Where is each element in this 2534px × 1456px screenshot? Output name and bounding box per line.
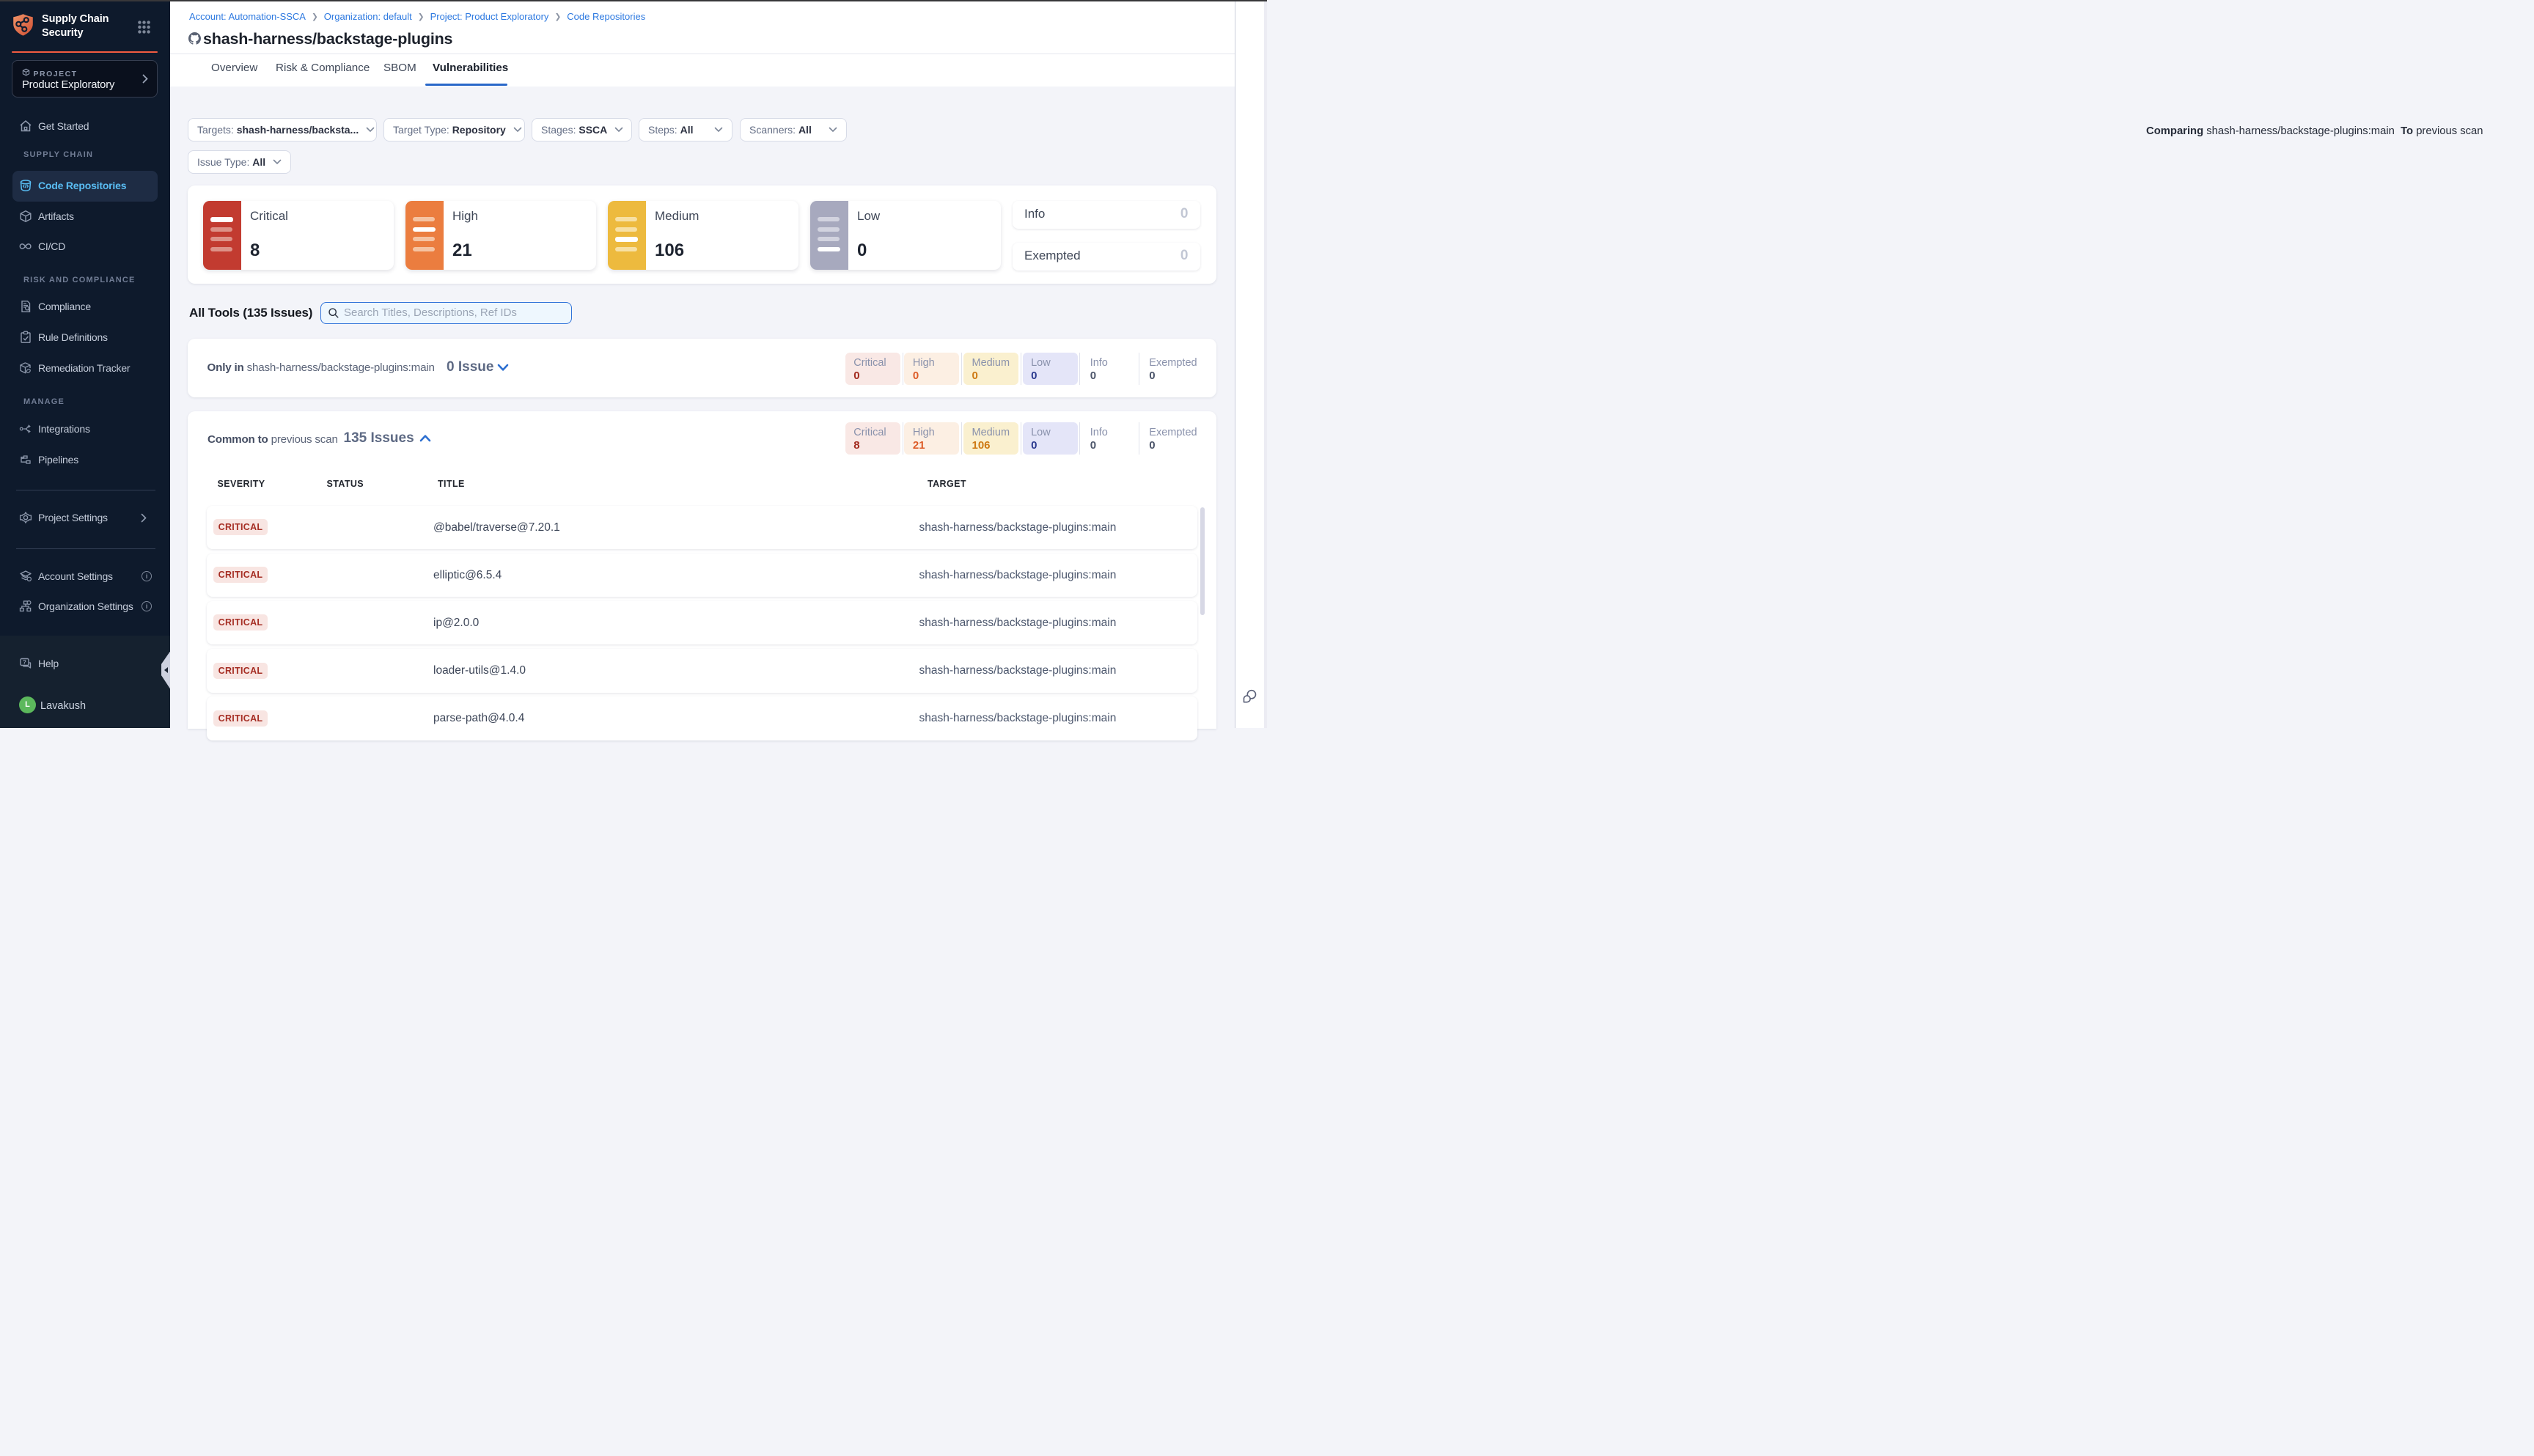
svg-text:?: ?	[23, 659, 26, 666]
